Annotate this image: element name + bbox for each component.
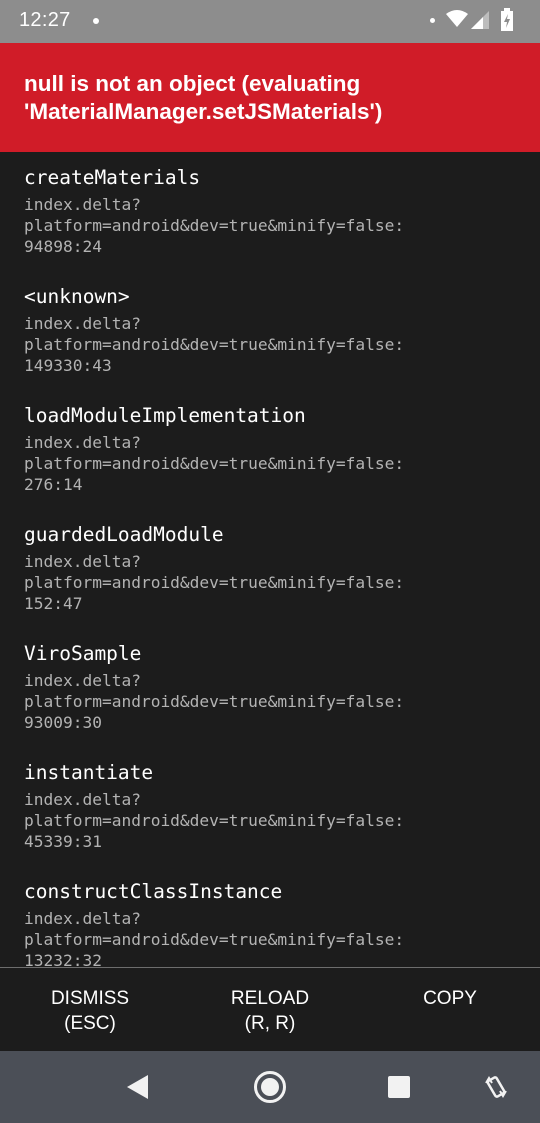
- frame-location-line: platform=android&dev=true&minify=false:: [24, 454, 405, 473]
- battery-icon: [501, 8, 513, 31]
- frame-location-line: 152:47: [24, 594, 83, 613]
- error-message: null is not an object (evaluating 'Mater…: [24, 71, 383, 124]
- frame-function-name: instantiate: [24, 761, 154, 784]
- cell-signal-icon: [471, 11, 489, 29]
- rotate-button[interactable]: [466, 1051, 526, 1123]
- frame-function-name: createMaterials: [24, 166, 201, 189]
- dismiss-shortcut: (ESC): [64, 1013, 116, 1034]
- copy-label: COPY: [423, 988, 477, 1009]
- recents-button[interactable]: [369, 1051, 429, 1123]
- dismiss-button[interactable]: DISMISS (ESC): [0, 986, 180, 1036]
- frame-location-line: index.delta?: [24, 552, 141, 571]
- frame-location-line: index.delta?: [24, 790, 141, 809]
- dismiss-label: DISMISS: [50, 988, 130, 1009]
- system-nav-bar: [0, 1051, 540, 1123]
- frame-location-line: 45339:31: [24, 832, 102, 851]
- frame-location-line: 13232:32: [24, 951, 102, 967]
- stack-frame[interactable]: createMaterials index.delta? platform=an…: [24, 166, 524, 257]
- frame-location-line: 276:14: [24, 475, 83, 494]
- error-header: null is not an object (evaluating 'Mater…: [0, 43, 540, 152]
- back-button[interactable]: [108, 1051, 168, 1123]
- status-bar: 12:27: [0, 0, 540, 43]
- reload-button[interactable]: RELOAD (R, R): [180, 986, 360, 1036]
- stack-frame[interactable]: loadModuleImplementation index.delta? pl…: [24, 404, 524, 495]
- stack-frame[interactable]: constructClassInstance index.delta? plat…: [24, 880, 524, 967]
- back-icon: [127, 1075, 148, 1099]
- recents-icon: [388, 1076, 410, 1098]
- frame-location-line: platform=android&dev=true&minify=false:: [24, 692, 405, 711]
- frame-location: index.delta? platform=android&dev=true&m…: [24, 313, 524, 376]
- frame-location-line: index.delta?: [24, 314, 141, 333]
- stack-frame[interactable]: instantiate index.delta? platform=androi…: [24, 761, 524, 852]
- frame-location: index.delta? platform=android&dev=true&m…: [24, 908, 524, 967]
- frame-function-name: loadModuleImplementation: [24, 404, 306, 427]
- frame-function-name: ViroSample: [24, 642, 142, 665]
- frame-location-line: 149330:43: [24, 356, 112, 375]
- reload-label: RELOAD: [230, 988, 310, 1009]
- stack-frame[interactable]: guardedLoadModule index.delta? platform=…: [24, 523, 524, 614]
- frame-location-line: platform=android&dev=true&minify=false:: [24, 811, 405, 830]
- frame-location-line: index.delta?: [24, 671, 141, 690]
- home-button[interactable]: [240, 1051, 300, 1123]
- frame-location-line: platform=android&dev=true&minify=false:: [24, 335, 405, 354]
- frame-location-line: 94898:24: [24, 237, 102, 256]
- frame-location-line: 93009:30: [24, 713, 102, 732]
- frame-location-line: index.delta?: [24, 433, 141, 452]
- frame-location: index.delta? platform=android&dev=true&m…: [24, 789, 524, 852]
- stack-trace-list[interactable]: createMaterials index.delta? platform=an…: [0, 152, 540, 967]
- frame-location-line: index.delta?: [24, 195, 141, 214]
- frame-function-name: guardedLoadModule: [24, 523, 224, 546]
- frame-location: index.delta? platform=android&dev=true&m…: [24, 194, 524, 257]
- stack-frame[interactable]: <unknown> index.delta? platform=android&…: [24, 285, 524, 376]
- frame-location-line: index.delta?: [24, 909, 141, 928]
- frame-location: index.delta? platform=android&dev=true&m…: [24, 551, 524, 614]
- status-time: 12:27: [19, 9, 71, 31]
- frame-function-name: constructClassInstance: [24, 880, 283, 903]
- frame-location: index.delta? platform=android&dev=true&m…: [24, 432, 524, 495]
- stack-frame[interactable]: ViroSample index.delta? platform=android…: [24, 642, 524, 733]
- wifi-icon: [446, 10, 468, 27]
- frame-function-name: <unknown>: [24, 285, 130, 308]
- frame-location-line: platform=android&dev=true&minify=false:: [24, 573, 405, 592]
- rotate-icon: [485, 1076, 507, 1098]
- frame-location-line: platform=android&dev=true&minify=false:: [24, 216, 405, 235]
- frame-location-line: platform=android&dev=true&minify=false:: [24, 930, 405, 949]
- home-icon: [254, 1071, 286, 1103]
- redbox-actions: DISMISS (ESC) RELOAD (R, R) COPY: [0, 968, 540, 1051]
- notification-dot-icon: [430, 18, 435, 23]
- reload-shortcut: (R, R): [244, 1013, 296, 1034]
- copy-button[interactable]: COPY: [360, 986, 540, 1011]
- notification-dot-icon: [93, 18, 99, 24]
- frame-location: index.delta? platform=android&dev=true&m…: [24, 670, 524, 733]
